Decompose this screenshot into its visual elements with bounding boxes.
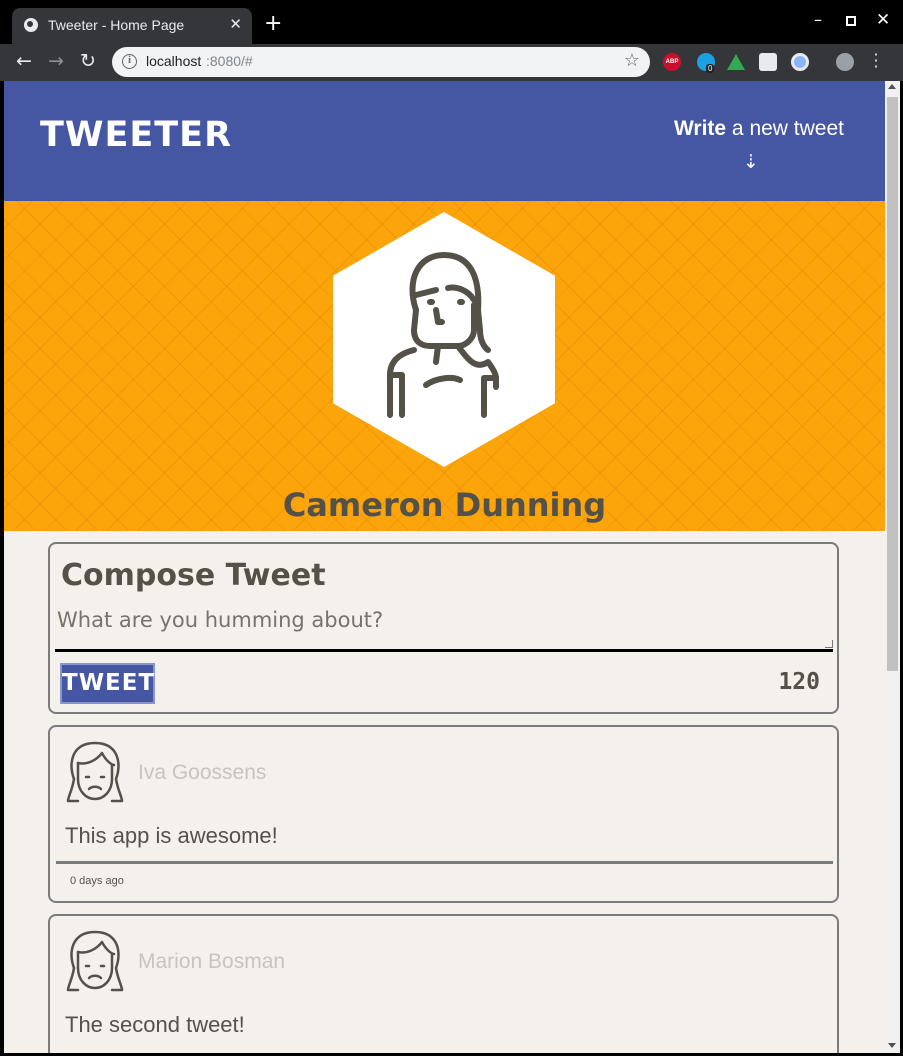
tweet-submit-button[interactable]: TWEET xyxy=(60,663,155,704)
page-viewport: TWEETER Write a new tweet ⇣ Cameron Dunn… xyxy=(4,81,885,1053)
compose-title: Compose Tweet xyxy=(61,558,326,593)
user-avatar-icon xyxy=(66,741,124,803)
profile-name: Cameron Dunning xyxy=(282,486,607,524)
tweet-username: Marion Bosman xyxy=(138,950,286,973)
bookmark-star-icon[interactable]: ☆ xyxy=(624,50,640,71)
write-bold: Write xyxy=(673,117,727,140)
url-path: :8080/# xyxy=(206,53,253,69)
reload-icon[interactable]: ↻ xyxy=(80,50,96,72)
adblock-icon[interactable]: ABP xyxy=(663,53,681,71)
site-navbar: TWEETER Write a new tweet ⇣ xyxy=(4,81,885,201)
tab-title: Tweeter - Home Page xyxy=(48,17,185,33)
compose-tweet-box: Compose Tweet TWEET 120 xyxy=(48,542,839,714)
browser-tab[interactable]: Tweeter - Home Page ✕ xyxy=(12,8,252,44)
maximize-button[interactable] xyxy=(846,16,856,26)
screenshot-extension-icon[interactable] xyxy=(759,53,777,71)
menu-kebab-icon[interactable]: · · · xyxy=(872,47,880,75)
address-bar[interactable]: i localhost :8080/# ☆ xyxy=(112,47,650,77)
site-logo[interactable]: TWEETER xyxy=(40,115,232,155)
close-window-button[interactable]: ✕ xyxy=(876,10,890,30)
tweet-text: The second tweet! xyxy=(65,1012,245,1037)
character-counter: 120 xyxy=(778,669,820,695)
arrow-down-icon[interactable]: ⇣ xyxy=(743,151,759,173)
user-avatar-icon xyxy=(387,252,499,418)
google-drive-icon[interactable] xyxy=(727,54,745,70)
profile-avatar-icon[interactable] xyxy=(836,53,854,71)
globe-icon xyxy=(24,18,38,32)
tweet-article: Marion Bosman The second tweet! xyxy=(48,914,839,1053)
minimize-button[interactable]: – xyxy=(814,10,822,29)
scroll-down-icon[interactable] xyxy=(888,1043,896,1048)
user-avatar-icon xyxy=(66,930,124,992)
page-scrollbar[interactable] xyxy=(885,81,900,1053)
profile-header: Cameron Dunning xyxy=(4,201,885,531)
tweet-divider xyxy=(56,861,833,864)
extension-circle-icon[interactable] xyxy=(791,53,809,71)
scroll-up-icon[interactable] xyxy=(888,84,896,89)
url-host: localhost xyxy=(146,53,202,69)
tweet-timestamp: 0 days ago xyxy=(70,875,124,887)
tweet-article: Iva Goossens This app is awesome! 0 days… xyxy=(48,725,839,903)
new-tab-button[interactable]: + xyxy=(264,13,282,35)
browser-tabstrip: Tweeter - Home Page ✕ + – ✕ xyxy=(0,0,903,44)
forward-icon[interactable]: → xyxy=(48,50,64,72)
write-tweet-link[interactable]: Write a new tweet xyxy=(644,117,844,141)
info-icon[interactable]: i xyxy=(122,54,137,69)
tab-close-icon[interactable]: ✕ xyxy=(229,15,242,33)
resize-grip-icon[interactable] xyxy=(825,640,833,648)
extension-badge: 0 xyxy=(706,64,715,73)
write-rest: a new tweet xyxy=(726,117,844,140)
back-icon[interactable]: ← xyxy=(16,50,32,72)
tweet-username: Iva Goossens xyxy=(138,761,267,784)
tweet-text: This app is awesome! xyxy=(65,823,278,848)
scrollbar-thumb[interactable] xyxy=(887,97,898,671)
profile-avatar-hexagon xyxy=(333,212,555,467)
browser-toolbar: ← → ↻ i localhost :8080/# ☆ ABP 0 · · · xyxy=(0,44,903,81)
tweet-textarea[interactable] xyxy=(55,600,833,652)
